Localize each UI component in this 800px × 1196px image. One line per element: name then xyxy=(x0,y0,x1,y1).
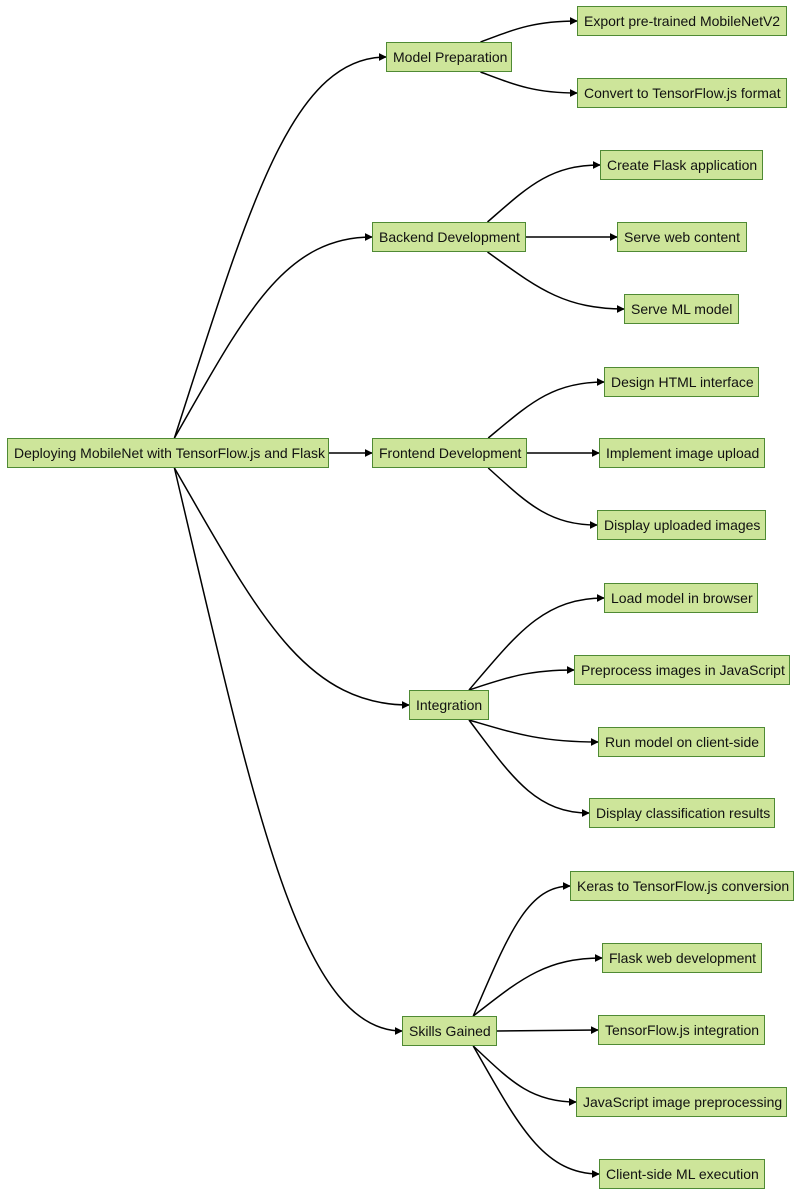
node-skills-gained[interactable]: Skills Gained xyxy=(402,1016,497,1046)
edge-3-to-3-3 xyxy=(468,719,590,817)
node-run-model-on-client-side[interactable]: Run model on client-side xyxy=(598,727,765,757)
node-serve-ml-model[interactable]: Serve ML model xyxy=(624,294,739,324)
edge-4-to-4-1 xyxy=(472,954,603,1017)
node-preprocess-images-in-javascript[interactable]: Preprocess images in JavaScript xyxy=(574,655,790,685)
node-model-preparation[interactable]: Model Preparation xyxy=(386,42,512,72)
edge-2-to-2-0 xyxy=(487,378,605,439)
node-integration[interactable]: Integration xyxy=(409,690,489,720)
edge-3-to-3-2 xyxy=(468,719,599,746)
edge-3-to-3-1 xyxy=(468,666,575,691)
node-flask-web-development[interactable]: Flask web development xyxy=(602,943,762,973)
edge-2-to-2-2 xyxy=(487,467,598,529)
edge-1-to-1-0 xyxy=(487,161,601,223)
node-display-uploaded-images[interactable]: Display uploaded images xyxy=(597,510,766,540)
node-export-pretrained-mobilenetv2[interactable]: Export pre-trained MobileNetV2 xyxy=(577,6,787,36)
node-keras-to-tfjs-conversion[interactable]: Keras to TensorFlow.js conversion xyxy=(570,871,794,901)
node-javascript-image-preprocessing[interactable]: JavaScript image preprocessing xyxy=(576,1087,787,1117)
node-design-html-interface[interactable]: Design HTML interface xyxy=(604,367,759,397)
mindmap-canvas: Deploying MobileNet with TensorFlow.js a… xyxy=(0,0,800,1196)
node-serve-web-content[interactable]: Serve web content xyxy=(617,222,747,252)
edge-0-to-0-1 xyxy=(480,71,578,97)
edge-4-to-4-2 xyxy=(496,1026,599,1035)
edge-root-to-1 xyxy=(173,233,373,439)
edge-root-to-4 xyxy=(173,467,403,1035)
edge-root-to-0 xyxy=(173,53,387,439)
node-display-classification-results[interactable]: Display classification results xyxy=(589,798,775,828)
edge-0-to-0-0 xyxy=(480,17,578,43)
edge-1-to-1-2 xyxy=(487,251,625,313)
node-client-side-ml-execution[interactable]: Client-side ML execution xyxy=(599,1159,765,1189)
root-node[interactable]: Deploying MobileNet with TensorFlow.js a… xyxy=(7,438,329,468)
node-frontend-development[interactable]: Frontend Development xyxy=(372,438,527,468)
edge-4-to-4-0 xyxy=(472,882,571,1017)
node-tfjs-integration[interactable]: TensorFlow.js integration xyxy=(598,1015,765,1045)
node-backend-development[interactable]: Backend Development xyxy=(372,222,526,252)
edge-root-to-3 xyxy=(173,467,410,709)
node-implement-image-upload[interactable]: Implement image upload xyxy=(599,438,765,468)
node-create-flask-application[interactable]: Create Flask application xyxy=(600,150,763,180)
node-convert-to-tfjs-format[interactable]: Convert to TensorFlow.js format xyxy=(577,78,787,108)
node-load-model-in-browser[interactable]: Load model in browser xyxy=(604,583,758,613)
